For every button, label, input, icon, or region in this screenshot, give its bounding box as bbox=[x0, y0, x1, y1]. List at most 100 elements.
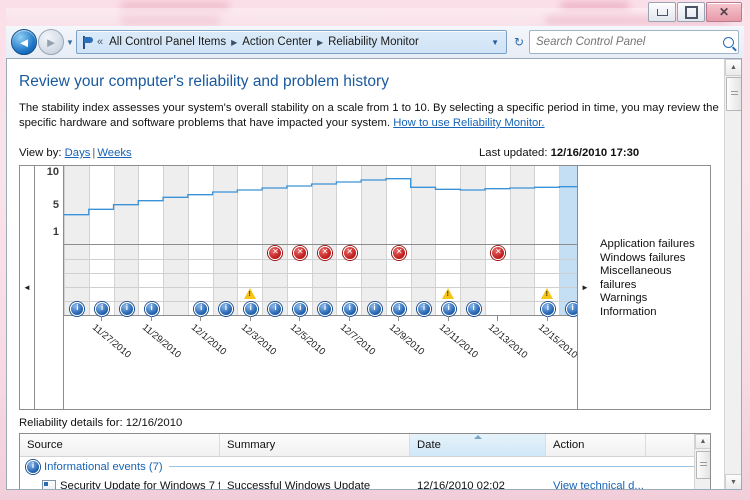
table-header-row: Source Summary Date Action bbox=[20, 434, 710, 457]
group-rule bbox=[168, 466, 695, 467]
x-axis-tick bbox=[200, 316, 202, 321]
back-button[interactable]: ◄ bbox=[11, 29, 37, 55]
group-label: Informational events (7) bbox=[44, 460, 163, 473]
control-panel-flag-icon bbox=[81, 35, 94, 49]
x-axis-label: 12/3/2010 bbox=[238, 322, 279, 358]
x-axis-label: 12/15/2010 bbox=[535, 322, 577, 361]
page-scroll-down-button[interactable]: ▼ bbox=[725, 474, 741, 489]
information-icon[interactable]: i bbox=[218, 302, 233, 316]
view-by-days-link[interactable]: Days bbox=[65, 147, 91, 159]
information-icon[interactable]: i bbox=[367, 302, 382, 316]
chart-legend-item: Warnings bbox=[600, 292, 648, 304]
information-icon[interactable]: i bbox=[441, 302, 456, 316]
information-icon[interactable]: i bbox=[565, 302, 577, 316]
x-axis-tick bbox=[348, 316, 350, 321]
breadcrumb-arrow-icon[interactable]: ▶ bbox=[229, 38, 239, 47]
warning-icon[interactable] bbox=[540, 288, 553, 299]
search-input[interactable] bbox=[534, 35, 720, 49]
maximize-icon bbox=[684, 5, 698, 19]
last-updated-label: Last updated: bbox=[479, 147, 548, 159]
information-icon[interactable]: i bbox=[119, 302, 134, 316]
page-scrollbar[interactable]: ▲ ▼ bbox=[724, 59, 741, 489]
chevron-up-icon: ▲ bbox=[699, 438, 707, 445]
recent-pages-button[interactable]: ▼ bbox=[64, 38, 76, 47]
chart-legend-item: Miscellaneous failures bbox=[600, 265, 672, 291]
reliability-monitor-window: ✕ ◄ ► ▼ « All Control Panel Items ▶ Acti… bbox=[6, 2, 744, 492]
x-axis-label: 12/9/2010 bbox=[387, 322, 427, 358]
x-axis-tick bbox=[447, 316, 449, 321]
refresh-icon: ↻ bbox=[513, 35, 525, 49]
info-icon: i bbox=[26, 459, 40, 474]
chart-plot-area[interactable]: ✕✕✕✕✕✕iiiiiiiiiiiiiiiiii11/27/201011/29/… bbox=[64, 166, 577, 409]
maximize-button[interactable] bbox=[677, 2, 705, 22]
chart-y-axis: 10 5 1 bbox=[35, 166, 64, 409]
column-header-date[interactable]: Date bbox=[410, 434, 546, 456]
details-label: Reliability details for: 12/16/2010 bbox=[19, 417, 183, 429]
intro-paragraph: The stability index assesses your system… bbox=[19, 102, 719, 129]
breadcrumb-item-all-control-panel-items[interactable]: All Control Panel Items bbox=[106, 34, 229, 50]
x-axis-label: 11/27/2010 bbox=[90, 322, 134, 361]
table-body: Security Update for Windows 7 for... Succ… bbox=[20, 476, 710, 490]
how-to-use-link[interactable]: How to use Reliability Monitor. bbox=[393, 117, 544, 129]
view-by-weeks-link[interactable]: Weeks bbox=[97, 147, 131, 159]
group-row-informational-events[interactable]: i Informational events (7) ˄ bbox=[20, 457, 710, 476]
breadcrumb-item-action-center[interactable]: Action Center bbox=[239, 34, 315, 50]
table-row[interactable]: Security Update for Windows 7 for... Succ… bbox=[20, 476, 710, 490]
warning-icon[interactable] bbox=[243, 288, 256, 299]
information-icon[interactable]: i bbox=[144, 302, 159, 316]
chart-x-axis bbox=[64, 315, 577, 316]
refresh-button[interactable]: ↻ bbox=[509, 31, 529, 53]
cell-date: 12/16/2010 02:02 bbox=[417, 479, 505, 490]
x-axis-tick bbox=[150, 316, 152, 321]
breadcrumb-bar[interactable]: « All Control Panel Items ▶ Action Cente… bbox=[76, 30, 507, 54]
column-header-summary[interactable]: Summary bbox=[220, 434, 410, 456]
chevron-down-icon: ▼ bbox=[66, 37, 74, 47]
information-icon[interactable]: i bbox=[342, 302, 357, 316]
chart-legend-item: Windows failures bbox=[600, 251, 686, 264]
information-icon[interactable]: i bbox=[417, 302, 432, 316]
x-axis-tick bbox=[299, 316, 301, 321]
cell-source: Security Update for Windows 7 for... bbox=[20, 479, 220, 489]
information-icon[interactable]: i bbox=[318, 302, 332, 316]
information-icon[interactable]: i bbox=[540, 302, 555, 316]
details-table: Source Summary Date Action i Information… bbox=[19, 433, 711, 490]
forward-button[interactable]: ► bbox=[38, 29, 64, 55]
view-technical-details-link[interactable]: View technical d... bbox=[553, 480, 644, 490]
view-by-label: View by: bbox=[19, 147, 62, 159]
chart-scroll-left-button[interactable]: ◄ bbox=[20, 166, 35, 409]
chevron-up-icon: ▲ bbox=[730, 64, 737, 71]
breadcrumb-arrow-icon[interactable]: ▶ bbox=[315, 38, 325, 47]
details-scrollbar[interactable]: ▲ ▼ bbox=[694, 434, 710, 489]
scroll-grip-icon bbox=[700, 462, 707, 468]
view-by-separator: | bbox=[92, 147, 96, 159]
column-header-action[interactable]: Action bbox=[546, 434, 646, 456]
page-scroll-up-button[interactable]: ▲ bbox=[725, 59, 741, 76]
details-scroll-thumb[interactable] bbox=[696, 451, 710, 479]
breadcrumb-overflow-icon[interactable]: « bbox=[97, 36, 103, 48]
breadcrumb-item-reliability-monitor[interactable]: Reliability Monitor bbox=[325, 34, 422, 50]
chart-legend-item: Information bbox=[600, 305, 657, 318]
chart-scroll-right-button[interactable]: ► bbox=[577, 166, 592, 409]
x-axis-label: 12/1/2010 bbox=[189, 322, 229, 358]
page-scroll-thumb[interactable] bbox=[726, 77, 741, 111]
x-axis-tick bbox=[546, 316, 548, 321]
event-document-icon bbox=[42, 479, 56, 489]
x-axis-tick bbox=[101, 316, 103, 321]
column-header-source[interactable]: Source bbox=[20, 434, 220, 456]
search-box[interactable] bbox=[529, 30, 739, 54]
minimize-button[interactable] bbox=[648, 2, 676, 22]
page-body: Review your computer's reliability and p… bbox=[7, 59, 726, 490]
breadcrumb-dropdown-icon[interactable]: ▼ bbox=[486, 38, 504, 47]
application-failure-icon[interactable]: ✕ bbox=[342, 246, 357, 260]
application-failure-icon[interactable]: ✕ bbox=[318, 246, 332, 260]
information-icon[interactable]: i bbox=[466, 302, 481, 316]
sort-ascending-icon bbox=[473, 435, 482, 439]
chevron-down-icon: ▼ bbox=[730, 479, 737, 486]
warning-icon[interactable] bbox=[441, 288, 454, 299]
close-button[interactable]: ✕ bbox=[706, 2, 742, 22]
address-bar: ◄ ► ▼ « All Control Panel Items ▶ Action… bbox=[6, 26, 744, 58]
information-icon[interactable]: i bbox=[243, 302, 258, 316]
details-scroll-up-button[interactable]: ▲ bbox=[695, 434, 710, 449]
close-icon: ✕ bbox=[718, 5, 730, 19]
x-axis-tick bbox=[497, 316, 499, 321]
